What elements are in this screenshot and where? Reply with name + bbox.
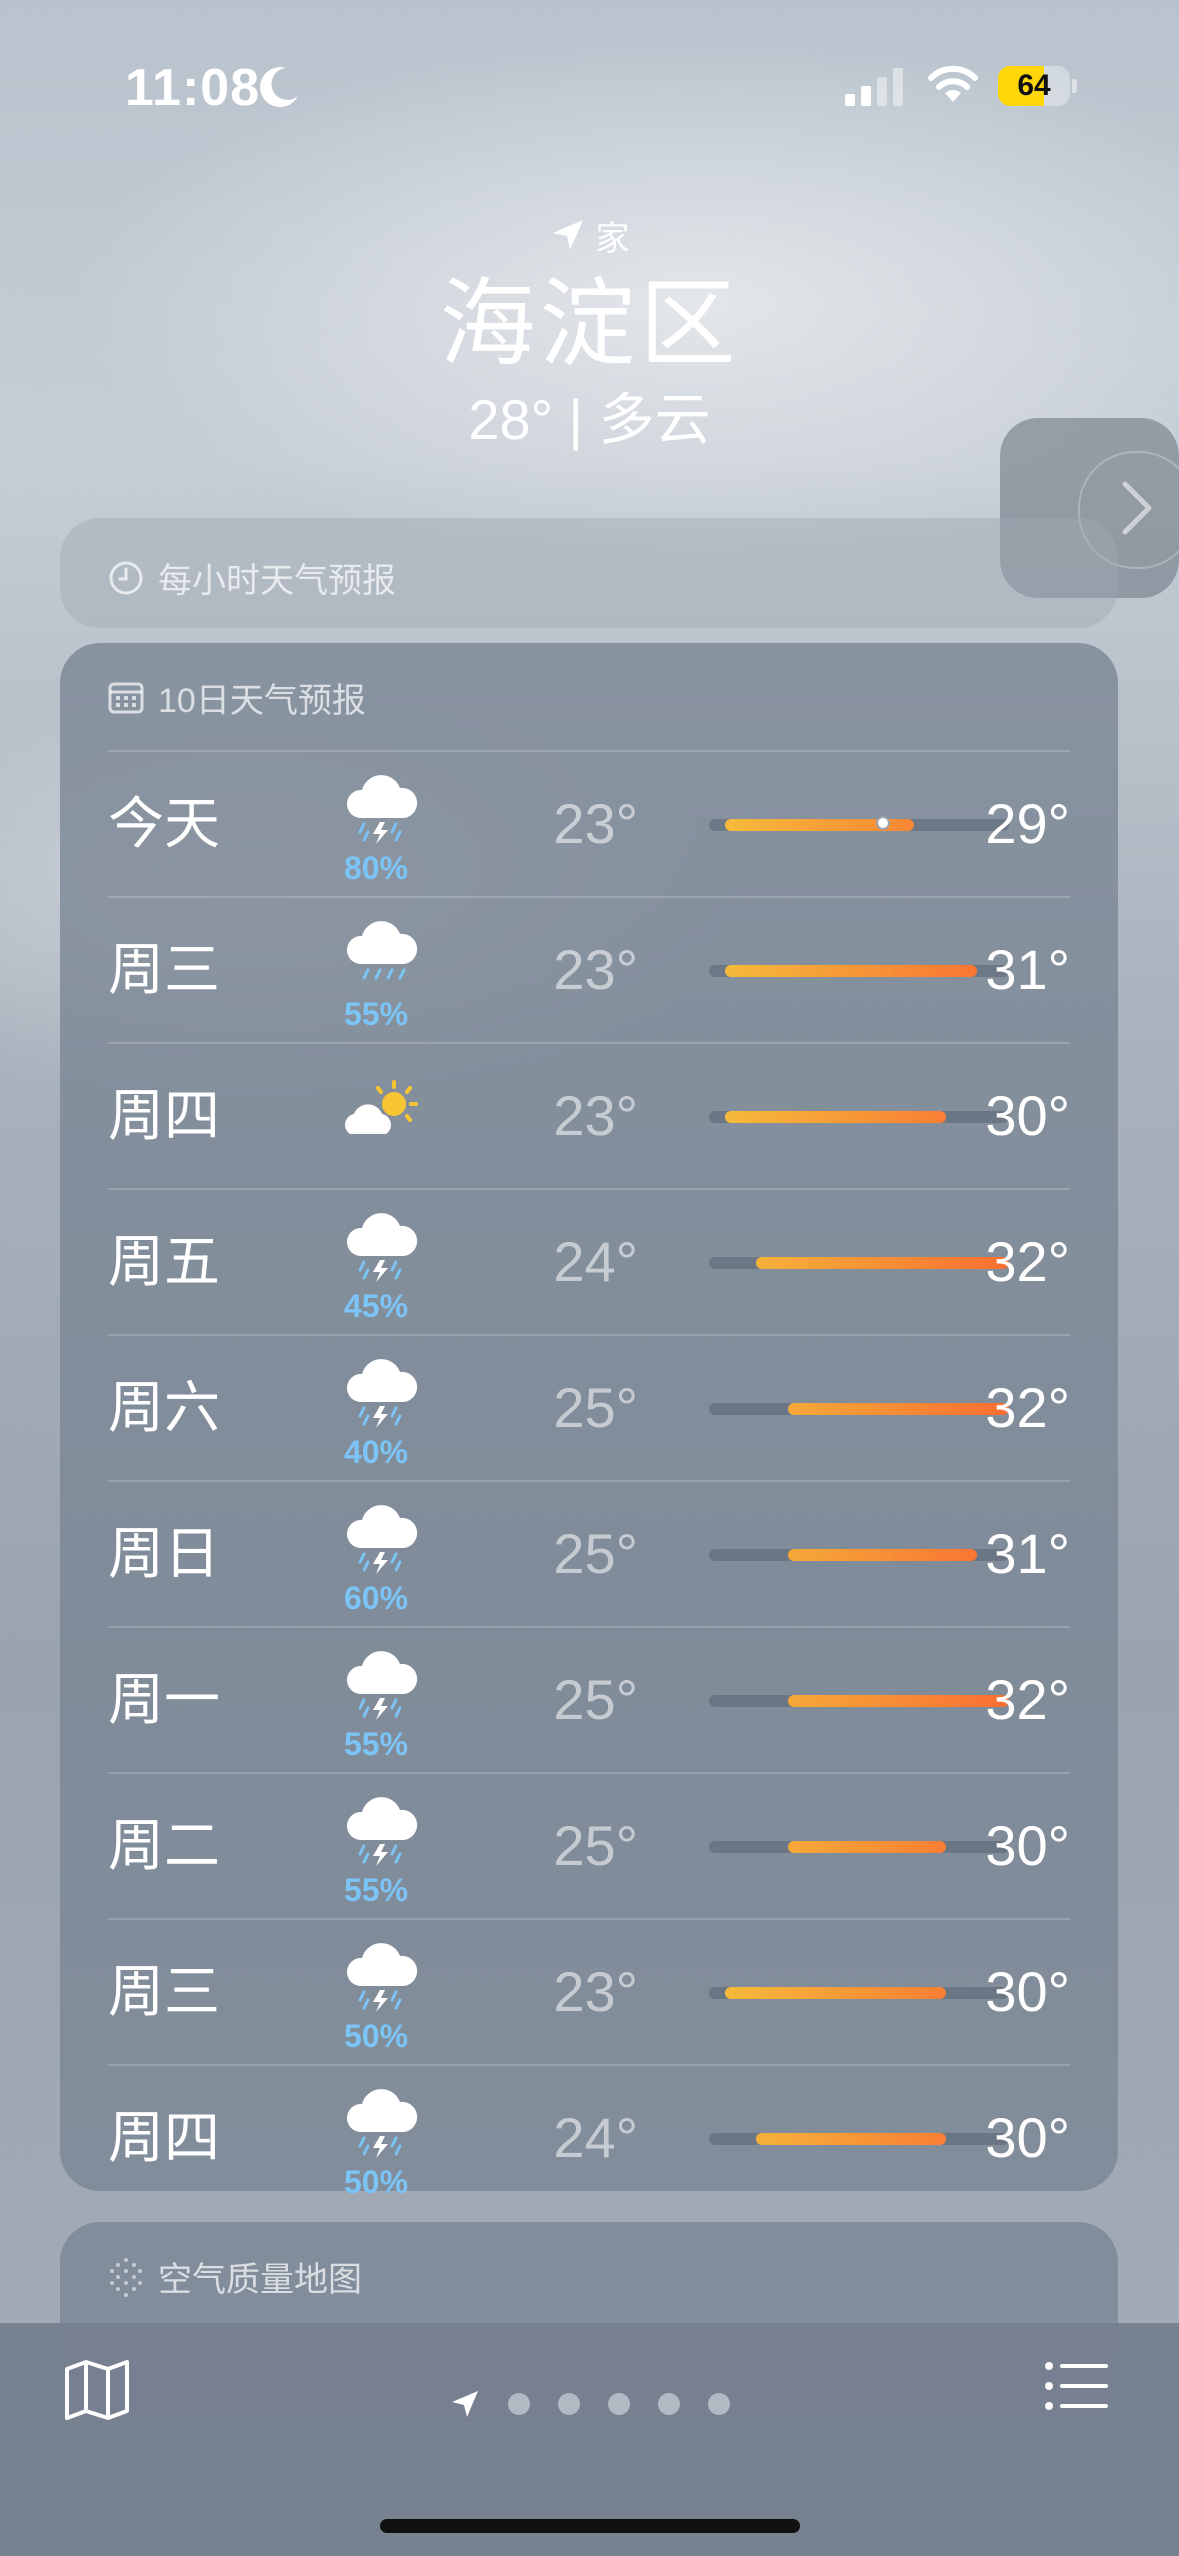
temperature-range-bar [756, 2133, 946, 2145]
forecast-row[interactable]: 周六 40% 25° 32° [108, 1334, 1070, 1480]
thunderstorm-icon [338, 1940, 428, 2020]
temperature-range-bar [787, 1549, 978, 1561]
map-icon[interactable] [64, 2359, 130, 2421]
clock-icon [109, 561, 143, 594]
wifi-icon [928, 65, 978, 102]
precipitation-chance: 45% [343, 1288, 409, 1324]
thunderstorm-icon [338, 2086, 428, 2166]
forecast-row[interactable]: 周三 50% 23° 30° [108, 1918, 1070, 2064]
low-temperature: 25° [553, 1522, 638, 1585]
precipitation-chance: 50% [343, 2018, 409, 2054]
current-temperature-dot [875, 816, 890, 830]
moon-icon [260, 67, 298, 108]
forecast-list: 今天 80% 23° 29° 周三 55% 23° 31° 周四 23° 30° 周五 45% 24° 32… [108, 750, 1070, 2210]
location-list-icon[interactable] [1044, 2361, 1110, 2411]
temperature-range-bar [724, 1987, 946, 1999]
air-quality-map-title: 空气质量地图 [158, 2261, 362, 2299]
thunderstorm-icon [338, 1648, 428, 1728]
forecast-row[interactable]: 周四 50% 24° 30° [108, 2064, 1070, 2210]
forecast-day: 周四 [108, 1084, 220, 1147]
page-indicator[interactable] [450, 2389, 730, 2419]
rain-icon [338, 918, 428, 998]
forecast-row[interactable]: 周日 60% 25° 31° [108, 1480, 1070, 1626]
location-arrow-icon [552, 220, 583, 250]
page-dot[interactable] [608, 2393, 630, 2415]
bottom-toolbar [0, 2323, 1179, 2556]
status-bar: 11:08 64 [0, 0, 1179, 170]
page-dot[interactable] [708, 2393, 730, 2415]
chevron-right-icon [1122, 481, 1152, 535]
hourly-forecast-card[interactable]: 每小时天气预报 [60, 518, 1118, 628]
high-temperature: 31° [985, 1522, 1070, 1585]
thunderstorm-icon [338, 1502, 428, 1582]
precipitation-chance: 55% [343, 996, 409, 1032]
temperature-range-bar [724, 965, 978, 977]
forecast-day: 周三 [108, 938, 220, 1001]
low-temperature: 25° [553, 1376, 638, 1439]
low-temperature: 25° [553, 1668, 638, 1731]
precipitation-chance: 50% [343, 2164, 409, 2200]
forecast-day: 周五 [108, 1230, 220, 1293]
page-dot[interactable] [658, 2393, 680, 2415]
low-temperature: 24° [553, 1230, 638, 1293]
high-temperature: 30° [985, 1960, 1070, 2023]
high-temperature: 30° [985, 2106, 1070, 2169]
low-temperature: 23° [553, 1960, 638, 2023]
forecast-day: 周六 [108, 1376, 220, 1439]
forecast-day: 周一 [108, 1668, 220, 1731]
forecast-day: 今天 [108, 792, 220, 855]
forecast-day: 周四 [108, 2106, 220, 2169]
page-dot[interactable] [508, 2393, 530, 2415]
precipitation-chance: 55% [343, 1726, 409, 1762]
precipitation-chance: 55% [343, 1872, 409, 1908]
precipitation-chance: 40% [343, 1434, 409, 1470]
high-temperature: 32° [985, 1230, 1070, 1293]
temperature-range-bar [787, 1841, 946, 1853]
temperature-range-bar [724, 1111, 946, 1123]
battery-percent: 64 [1017, 69, 1051, 102]
page-dot[interactable] [558, 2393, 580, 2415]
high-temperature: 31° [985, 938, 1070, 1001]
forecast-row[interactable]: 今天 80% 23° 29° [108, 750, 1070, 896]
thunderstorm-icon [338, 1356, 428, 1436]
location-header: 家 海淀区 28° | 多云 [0, 205, 1179, 455]
low-temperature: 24° [553, 2106, 638, 2169]
high-temperature: 30° [985, 1084, 1070, 1147]
cellular-signal-icon [845, 68, 903, 106]
high-temperature: 29° [985, 792, 1070, 855]
forecast-row[interactable]: 周五 45% 24° 32° [108, 1188, 1070, 1334]
forecast-day: 周二 [108, 1814, 220, 1877]
clock-time: 11:08 [125, 59, 261, 117]
ten-day-forecast-title: 10日天气预报 [158, 682, 366, 720]
thunderstorm-icon [338, 1210, 428, 1290]
calendar-icon [108, 682, 144, 713]
precipitation-chance: 60% [343, 1580, 409, 1616]
low-temperature: 25° [553, 1814, 638, 1877]
forecast-row[interactable]: 周一 55% 25° 32° [108, 1626, 1070, 1772]
partly-sunny-icon [338, 1074, 428, 1154]
high-temperature: 32° [985, 1668, 1070, 1731]
forecast-day: 周日 [108, 1522, 220, 1585]
precipitation-chance: 80% [343, 850, 409, 886]
battery-indicator: 64 [998, 66, 1078, 106]
high-temperature: 30° [985, 1814, 1070, 1877]
forecast-row[interactable]: 周四 23° 30° [108, 1042, 1070, 1188]
low-temperature: 23° [553, 792, 638, 855]
ten-day-forecast-card[interactable]: 10日天气预报 今天 80% 23° 29° 周三 55% 23° 31° 周四 23° 30° 周五… [60, 643, 1118, 2200]
forecast-row[interactable]: 周三 55% 23° 31° [108, 896, 1070, 1042]
low-temperature: 23° [553, 938, 638, 1001]
thunderstorm-icon [338, 1794, 428, 1874]
air-quality-dots-icon [110, 2257, 142, 2297]
high-temperature: 32° [985, 1376, 1070, 1439]
low-temperature: 23° [553, 1084, 638, 1147]
thunderstorm-icon [338, 772, 428, 852]
forecast-row[interactable]: 周二 55% 25° 30° [108, 1772, 1070, 1918]
location-label: 家 [595, 219, 630, 258]
city-name: 海淀区 [439, 271, 740, 378]
hourly-forecast-title: 每小时天气预报 [158, 562, 396, 600]
home-indicator[interactable] [380, 2519, 800, 2533]
forecast-day: 周三 [108, 1960, 220, 2023]
current-location-indicator-icon [452, 2391, 478, 2417]
